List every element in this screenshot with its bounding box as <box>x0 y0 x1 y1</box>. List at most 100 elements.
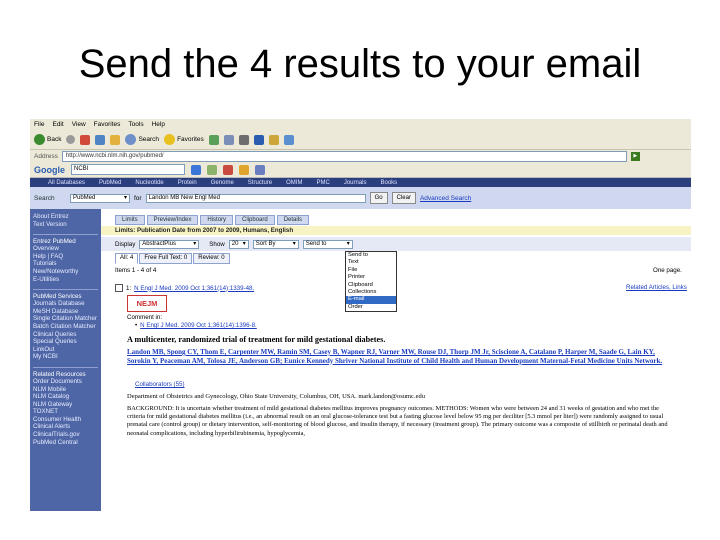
nejm-logo[interactable]: NEJM <box>127 295 167 312</box>
sidebar-item[interactable]: About Entrez <box>33 213 98 221</box>
messenger-icon[interactable] <box>283 134 294 145</box>
search-button[interactable]: Search <box>125 134 159 145</box>
print-icon[interactable] <box>238 134 249 145</box>
search-query-input[interactable]: Landon MB New Engl Med <box>145 193 366 203</box>
toolbar-button-icon[interactable] <box>239 164 249 175</box>
nav-books[interactable]: Books <box>381 180 398 186</box>
sidebar-item[interactable]: NLM Gateway <box>33 401 98 409</box>
menu-view[interactable]: View <box>72 121 86 128</box>
favorites-button[interactable]: Favorites <box>164 134 204 145</box>
google-search-icon[interactable] <box>191 164 201 175</box>
result-checkbox[interactable] <box>115 284 123 292</box>
home-icon[interactable] <box>110 134 121 145</box>
nav-structure[interactable]: Structure <box>248 180 272 186</box>
sidebar-item[interactable]: NLM Mobile <box>33 386 98 394</box>
menu-tools[interactable]: Tools <box>128 121 143 128</box>
address-bar: Address http://www.ncbi.nlm.nih.gov/pubm… <box>30 150 691 162</box>
tab-details[interactable]: Details <box>276 215 310 225</box>
toolbar-button-icon[interactable] <box>223 164 233 175</box>
sidebar-item[interactable]: Tutorials <box>33 260 98 268</box>
nav-nucleotide[interactable]: Nucleotide <box>135 180 163 186</box>
collaborators-link[interactable]: Collaborators (55) <box>135 381 185 388</box>
menu-edit[interactable]: Edit <box>52 121 63 128</box>
settings-icon[interactable] <box>255 164 265 175</box>
sidebar-item[interactable]: New/Noteworthy <box>33 268 98 276</box>
sort-by-select[interactable]: Sort By ▾ <box>252 239 299 249</box>
send-to-option[interactable]: File <box>346 267 396 274</box>
database-select[interactable]: PubMed ▾ <box>70 193 130 203</box>
menu-favorites[interactable]: Favorites <box>94 121 121 128</box>
comment-item: • N Engl J Med. 2009 Oct 1;361(14):1396-… <box>135 322 257 329</box>
sidebar-item[interactable]: LinkOut <box>33 346 98 354</box>
sidebar-item[interactable]: PubMed Central <box>33 439 98 447</box>
nav-pmc[interactable]: PMC <box>316 180 329 186</box>
sidebar-item[interactable]: MeSH Database <box>33 308 98 316</box>
go-button[interactable]: Go <box>369 192 388 204</box>
send-to-option[interactable]: Printer <box>346 274 396 281</box>
advanced-search-link[interactable]: Advanced Search <box>420 195 471 202</box>
sidebar-item[interactable]: Help | FAQ <box>33 253 98 261</box>
sidebar-item[interactable]: Overview <box>33 245 98 253</box>
tab-review[interactable]: Review: 0 <box>193 253 230 264</box>
show-count-select[interactable]: 20 ▾ <box>228 239 249 249</box>
send-to-option[interactable]: Text <box>346 259 396 266</box>
sidebar-item[interactable]: NLM Catalog <box>33 393 98 401</box>
tab-preview-index[interactable]: Preview/Index <box>146 215 199 225</box>
history-icon[interactable] <box>208 134 219 145</box>
menu-file[interactable]: File <box>34 121 44 128</box>
send-to-option[interactable]: Collections <box>346 289 396 296</box>
related-articles-link[interactable]: Related Articles, Links <box>626 284 687 291</box>
sidebar-item[interactable]: Text Version <box>33 221 98 229</box>
tab-clipboard[interactable]: Clipboard <box>235 215 275 225</box>
nav-genome[interactable]: Genome <box>211 180 234 186</box>
send-to-option[interactable]: Send to <box>346 252 396 259</box>
back-button[interactable]: Back <box>34 134 61 145</box>
sidebar-item[interactable]: Batch Citation Matcher <box>33 323 98 331</box>
nav-pubmed[interactable]: PubMed <box>99 180 121 186</box>
sidebar-item[interactable]: E-Utilities <box>33 276 98 284</box>
send-to-option-email[interactable]: E-mail <box>346 296 396 304</box>
go-arrow-icon[interactable]: ▶ <box>630 151 640 161</box>
display-format-select[interactable]: AbstractPlus ▾ <box>139 239 200 249</box>
stop-icon[interactable] <box>80 134 91 145</box>
sidebar-item[interactable]: Special Queries <box>33 338 98 346</box>
tab-all[interactable]: All: 4 <box>115 253 139 264</box>
article-abstract: BACKGROUND: It is uncertain whether trea… <box>127 405 668 437</box>
mail-icon[interactable] <box>223 134 234 145</box>
address-input[interactable]: http://www.ncbi.nlm.nih.gov/pubmed/ <box>61 150 627 162</box>
tab-limits[interactable]: Limits <box>115 215 145 225</box>
nav-all-databases[interactable]: All Databases <box>48 180 85 186</box>
nav-omim[interactable]: OMIM <box>286 180 302 186</box>
sidebar-item[interactable]: ClinicalTrials.gov <box>33 431 98 439</box>
clear-button[interactable]: Clear <box>391 192 416 204</box>
sidebar-item[interactable]: Consumer Health <box>33 416 98 424</box>
send-to-select[interactable]: Send to ▾ <box>302 239 353 249</box>
tab-history[interactable]: History <box>200 215 234 225</box>
comment-link[interactable]: N Engl J Med. 2009 Oct 1;361(14):1396-8. <box>140 322 257 329</box>
sidebar-item[interactable]: Clinical Alerts <box>33 423 98 431</box>
article-authors[interactable]: Landon MB, Spong CY, Thom E, Carpenter M… <box>127 348 672 365</box>
sidebar-item[interactable]: My NCBI <box>33 353 98 361</box>
for-label: for <box>134 194 142 202</box>
nav-journals[interactable]: Journals <box>344 180 367 186</box>
sidebar-item[interactable]: Order Documents <box>33 378 98 386</box>
toolbar-button-icon[interactable] <box>207 164 217 175</box>
sidebar-item[interactable]: Clinical Queries <box>33 331 98 339</box>
sidebar-item[interactable]: TOXNET <box>33 408 98 416</box>
folder-icon[interactable] <box>268 134 279 145</box>
send-to-option[interactable]: Clipboard <box>346 282 396 289</box>
result-citation-link[interactable]: N Engl J Med. 2009 Oct 1;361(14):1339-48… <box>134 285 254 292</box>
sidebar-section-title: PubMed Services <box>33 289 98 300</box>
sidebar-item[interactable]: Single Citation Matcher <box>33 315 98 323</box>
sidebar-item[interactable]: Journals Database <box>33 300 98 308</box>
menu-bar: File Edit View Favorites Tools Help <box>30 119 691 130</box>
forward-arrow-icon[interactable] <box>66 135 76 144</box>
menu-help[interactable]: Help <box>152 121 165 128</box>
refresh-icon[interactable] <box>95 134 106 145</box>
nav-protein[interactable]: Protein <box>178 180 197 186</box>
word-icon[interactable] <box>253 134 264 145</box>
tab-free-full-text[interactable]: Free Full Text: 0 <box>139 253 193 264</box>
send-to-option[interactable]: Order <box>346 304 396 311</box>
google-search-input[interactable]: NCBI <box>71 164 185 175</box>
back-arrow-icon <box>34 134 45 145</box>
